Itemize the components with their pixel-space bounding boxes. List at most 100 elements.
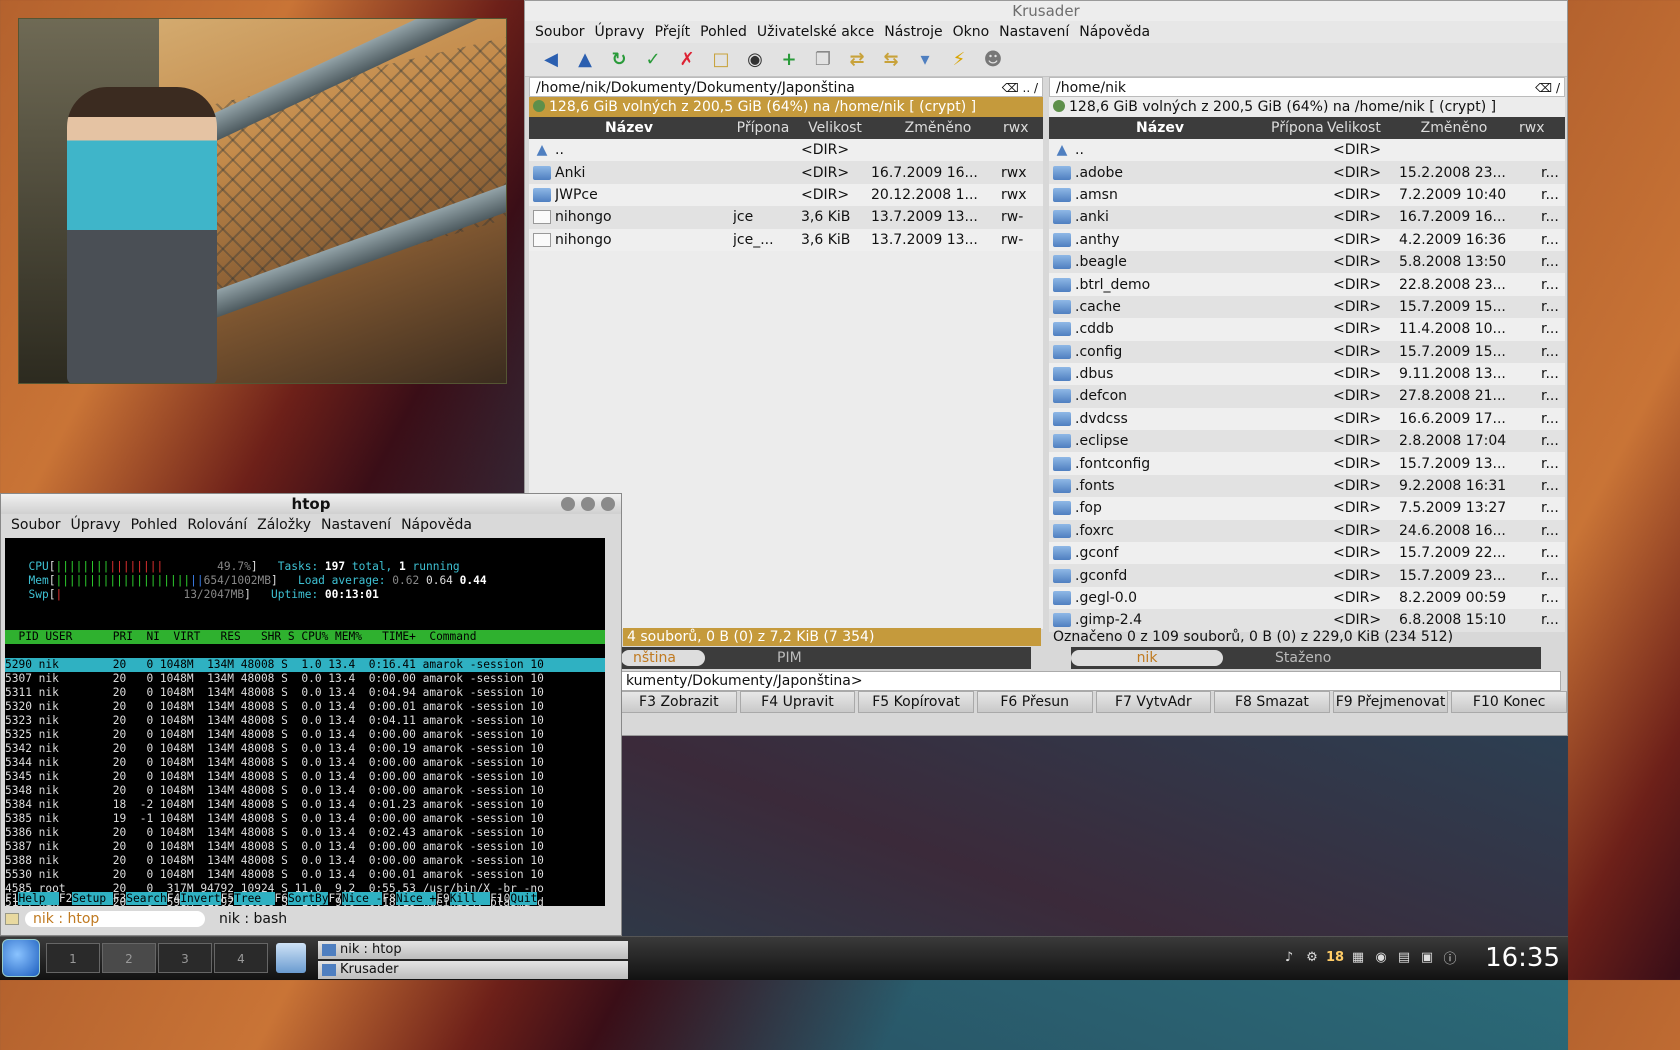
table-row[interactable]: ▲.. <DIR>	[1049, 139, 1565, 162]
fkey-nice-button[interactable]: Nice -	[341, 892, 383, 905]
table-row[interactable]: .fop <DIR> 7.5.2009 13:27 r...	[1049, 497, 1565, 520]
task-htop[interactable]: nik : htop	[318, 941, 628, 959]
mount-icon[interactable]: ▾	[913, 49, 937, 71]
menu-scrollback[interactable]: Rolování	[187, 517, 247, 533]
process-row[interactable]: 5307 nik 20 0 1048M 134M 48008 S 0.0 13.…	[5, 672, 605, 686]
search-binoculars-icon[interactable]: ◉	[743, 49, 767, 71]
f10-quit-button[interactable]: F10 Konec	[1451, 691, 1567, 713]
fkey-setup-button[interactable]: Setup	[72, 892, 113, 905]
table-row[interactable]: .dvdcss <DIR> 16.6.2009 17... r...	[1049, 407, 1565, 431]
table-row[interactable]: JWPce <DIR> 20.12.2008 1... rwx	[529, 183, 1043, 207]
table-row[interactable]: .adobe <DIR> 15.2.2008 23... r...	[1049, 161, 1565, 184]
tab-htop[interactable]: nik : htop	[25, 911, 205, 927]
up-arrow-icon[interactable]: ▲	[573, 49, 597, 71]
col-size[interactable]: Velikost	[1327, 120, 1389, 136]
terminal[interactable]: CPU[|||||||||||||||| 49.7%] Tasks: 197 t…	[5, 538, 605, 906]
clipboard-icon[interactable]: ⚙	[1303, 945, 1321, 969]
tab-japanese[interactable]: nština	[621, 650, 705, 666]
col-name[interactable]: Název	[529, 120, 729, 136]
table-row[interactable]: .cache <DIR> 15.7.2009 15... r...	[1049, 295, 1565, 319]
table-row[interactable]: .fonts <DIR> 9.2.2008 16:31 r...	[1049, 474, 1565, 498]
f5-copy-button[interactable]: F5 Kopírovat	[858, 691, 974, 713]
menu-settings[interactable]: Nastavení	[999, 24, 1069, 40]
process-row[interactable]: 5387 nik 20 0 1048M 134M 48008 S 0.0 13.…	[5, 840, 605, 854]
desktop-4[interactable]: 4	[214, 943, 268, 973]
col-ext[interactable]: Přípona	[729, 120, 797, 136]
menu-go[interactable]: Přejít	[655, 24, 691, 40]
table-row[interactable]: .btrl_demo <DIR> 22.8.2008 23... r...	[1049, 273, 1565, 296]
maximize-button[interactable]	[581, 497, 595, 511]
refresh-icon[interactable]: ↻	[607, 49, 631, 71]
fkey-nice-button[interactable]: Nice +	[395, 892, 437, 905]
invert-selection-icon[interactable]: □	[709, 49, 733, 71]
process-row[interactable]: 5386 nik 20 0 1048M 134M 48008 S 0.0 13.…	[5, 826, 605, 840]
table-row[interactable]: .dbus <DIR> 9.11.2008 13... r...	[1049, 362, 1565, 386]
col-name[interactable]: Název	[1049, 120, 1271, 136]
new-file-icon[interactable]: +	[777, 49, 801, 71]
process-row[interactable]: 5345 nik 20 0 1048M 134M 48008 S 0.0 13.…	[5, 770, 605, 784]
task-krusader[interactable]: Krusader	[318, 961, 628, 979]
process-row[interactable]: 5320 nik 20 0 1048M 134M 48008 S 0.0 13.…	[5, 700, 605, 714]
fkey-help-button[interactable]: Help	[18, 892, 59, 905]
fkey-quit-button[interactable]: Quit	[510, 892, 538, 905]
compare-icon[interactable]: ⇆	[879, 49, 903, 71]
table-row[interactable]: .foxrc <DIR> 24.6.2008 16... r...	[1049, 519, 1565, 543]
tab-pim[interactable]: PIM	[765, 650, 814, 666]
f7-mkdir-button[interactable]: F7 VytvAdr	[1095, 691, 1212, 713]
col-perms[interactable]: rwx	[1003, 120, 1033, 136]
f6-move-button[interactable]: F6 Přesun	[976, 691, 1093, 713]
f3-view-button[interactable]: F3 Zobrazit	[621, 691, 737, 713]
col-size[interactable]: Velikost	[797, 120, 873, 136]
col-perms[interactable]: rwx	[1519, 120, 1549, 136]
f8-delete-button[interactable]: F8 Smazat	[1214, 691, 1330, 713]
table-row[interactable]: .config <DIR> 15.7.2009 15... r...	[1049, 340, 1565, 363]
calendar-badge[interactable]: 18	[1326, 945, 1344, 969]
process-row[interactable]: 5325 nik 20 0 1048M 134M 48008 S 0.0 13.…	[5, 728, 605, 742]
menu-settings[interactable]: Nastavení	[321, 517, 391, 533]
table-row[interactable]: nihongo jce_... 3,6 KiB 13.7.2009 13... rw-	[529, 228, 1043, 251]
table-row[interactable]: .anki <DIR> 16.7.2009 16... r...	[1049, 206, 1565, 229]
table-row[interactable]: .gconf <DIR> 15.7.2009 22... r...	[1049, 542, 1565, 565]
unselect-icon[interactable]: ✗	[675, 49, 699, 71]
table-row[interactable]: .amsn <DIR> 7.2.2009 10:40 r...	[1049, 183, 1565, 207]
network-icon[interactable]: ◉	[1372, 945, 1390, 969]
process-row[interactable]: 5388 nik 20 0 1048M 134M 48008 S 0.0 13.…	[5, 854, 605, 868]
col-modified[interactable]: Změněno	[873, 120, 1003, 136]
desktop-3[interactable]: 3	[158, 943, 212, 973]
volume-icon[interactable]: ♪	[1280, 945, 1298, 969]
select-all-icon[interactable]: ✓	[641, 49, 665, 71]
menu-view[interactable]: Pohled	[131, 517, 178, 533]
menu-help[interactable]: Nápověda	[401, 517, 472, 533]
table-row[interactable]: nihongo jce 3,6 KiB 13.7.2009 13... rw-	[529, 206, 1043, 229]
menu-bookmarks[interactable]: Záložky	[257, 517, 311, 533]
process-row[interactable]: 5290 nik 20 0 1048M 134M 48008 S 1.0 13.…	[5, 658, 605, 672]
fkey-tree-button[interactable]: Tree	[234, 892, 275, 905]
table-row[interactable]: .anthy <DIR> 4.2.2009 16:36 r...	[1049, 228, 1565, 251]
menu-edit[interactable]: Úpravy	[71, 517, 121, 533]
process-row[interactable]: 5323 nik 20 0 1048M 134M 48008 S 0.0 13.…	[5, 714, 605, 728]
table-row[interactable]: .beagle <DIR> 5.8.2008 13:50 r...	[1049, 250, 1565, 274]
process-row[interactable]: 5385 nik 19 -1 1048M 134M 48008 S 0.0 13…	[5, 812, 605, 826]
fkey-invert-button[interactable]: Invert	[180, 892, 221, 905]
f4-edit-button[interactable]: F4 Upravit	[739, 691, 856, 713]
tab-downloads[interactable]: Staženo	[1263, 650, 1343, 666]
fkey-kill-button[interactable]: Kill	[449, 892, 491, 905]
tab-bash[interactable]: nik : bash	[211, 911, 295, 927]
command-line[interactable]: kumenty/Dokumenty/Japonština>	[621, 671, 1561, 691]
kde-menu-icon[interactable]	[2, 939, 40, 977]
col-ext[interactable]: Přípona	[1271, 120, 1327, 136]
clear-path-icon[interactable]: ⌫ .. /	[1002, 78, 1038, 98]
menu-file[interactable]: Soubor	[11, 517, 61, 533]
copy-icon[interactable]: ❐	[811, 49, 835, 71]
table-row[interactable]: Anki <DIR> 16.7.2009 16... rwx	[529, 161, 1043, 184]
printer-icon[interactable]: ▤	[1395, 945, 1413, 969]
process-row[interactable]: 5384 nik 18 -2 1048M 134M 48008 S 0.0 13…	[5, 798, 605, 812]
fkey-sortby-button[interactable]: SortBy	[288, 892, 329, 905]
process-row[interactable]: 5530 nik 20 0 1048M 134M 48008 S 0.0 13.…	[5, 868, 605, 882]
table-row[interactable]: .gegl-0.0 <DIR> 8.2.2009 00:59 r...	[1049, 586, 1565, 610]
col-modified[interactable]: Změněno	[1389, 120, 1519, 136]
table-row[interactable]: .fontconfig <DIR> 15.7.2009 13... r...	[1049, 452, 1565, 475]
menu-window[interactable]: Okno	[953, 24, 990, 40]
desktop-1[interactable]: 1	[46, 943, 100, 973]
process-row[interactable]: 5311 nik 20 0 1048M 134M 48008 S 0.0 13.…	[5, 686, 605, 700]
